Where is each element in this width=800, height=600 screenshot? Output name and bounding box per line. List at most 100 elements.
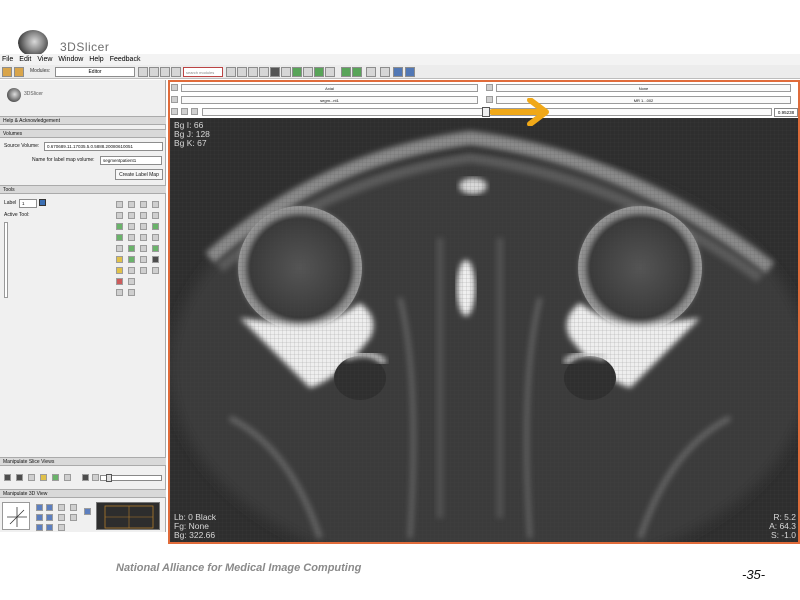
slice-offset-handle[interactable] [482,107,490,117]
redo-icon[interactable] [352,67,362,77]
back-arrow-icon[interactable] [138,67,148,77]
default-tool-icon[interactable] [116,201,123,208]
paint-tool-icon[interactable] [116,223,123,230]
orientation-select-left[interactable]: Axial [181,84,478,92]
visibility-icon[interactable] [181,108,188,115]
refresh-icon[interactable] [405,67,415,77]
axial-layout-icon[interactable] [303,67,313,77]
pan-icon[interactable] [237,67,247,77]
conventional-layout-icon[interactable] [292,67,302,77]
grow-cut-icon[interactable] [152,245,159,252]
model-maker-icon[interactable] [116,256,123,263]
3d-navigation-widget[interactable] [2,502,30,530]
menu-help[interactable]: Help [89,54,103,65]
label-opacity-icon[interactable] [152,256,159,263]
save-island-icon[interactable] [116,245,123,252]
zoom-tool-icon[interactable] [140,212,147,219]
identify-islands-icon[interactable] [152,234,159,241]
dropdown-icon[interactable] [191,108,198,115]
slice-fg-icon[interactable] [40,474,47,481]
label-spinbox[interactable]: 1 [19,199,37,208]
source-volume-select[interactable]: 0.670689.11.17035.5.0.5888.20080610051 [44,142,163,151]
label-color-swatch[interactable] [39,199,46,206]
menu-window[interactable]: Window [58,54,83,65]
help-section-header[interactable]: Help & Acknowledgement [0,116,166,125]
view-l-icon[interactable] [36,514,43,521]
erase-tool-icon[interactable] [152,212,159,219]
fade-slider-handle[interactable] [106,474,112,482]
fourup-layout-icon[interactable] [281,67,291,77]
fit-slice-icon[interactable] [4,474,11,481]
view-s-icon[interactable] [36,524,43,531]
data-icon[interactable] [14,67,24,77]
layout-icon[interactable] [248,67,258,77]
volumes-section-header[interactable]: Volumes [0,129,166,138]
mri-slice-view[interactable]: Bg I: 66 Bg J: 128 Bg K: 67 Lb: 0 Black … [170,118,798,542]
slice-label-icon[interactable] [64,474,71,481]
menu-edit[interactable]: Edit [19,54,31,65]
erode-tool-icon[interactable] [140,234,147,241]
change-island-icon[interactable] [128,245,135,252]
tools-section-header[interactable]: Tools [0,185,166,194]
home-icon[interactable] [2,67,12,77]
create-label-map-button[interactable]: Create Label Map [115,169,163,180]
slicer-tool-icon[interactable] [140,201,147,208]
slice-bg-icon[interactable] [52,474,59,481]
fast-marching-icon[interactable] [128,256,135,263]
level-tracing-icon[interactable] [140,223,147,230]
camera-3d-icon[interactable] [84,508,91,515]
orientation-select-right[interactable]: None [496,84,791,92]
threshold-tool-icon[interactable] [116,234,123,241]
imply-tool-icon[interactable] [152,223,159,230]
forward-arrow-icon[interactable] [149,67,159,77]
slice-link-icon[interactable] [16,474,23,481]
dilate-tool-icon[interactable] [128,234,135,241]
3d-view-section-header[interactable]: Manipulate 3D View [0,489,166,498]
window-level-icon[interactable] [270,67,280,77]
slice-options-right-icon[interactable] [486,84,493,91]
wand-tool-icon[interactable] [140,256,147,263]
slice-offset-value[interactable]: 0.95238 [774,108,798,117]
snapshot-tool-icon[interactable] [128,201,135,208]
view-p-icon[interactable] [46,504,53,511]
slice-volume-left-icon[interactable] [171,96,178,103]
options-tool-icon[interactable] [152,201,159,208]
slice-crosshair-icon[interactable] [92,474,99,481]
smooth-tool-icon[interactable] [116,267,123,274]
volume-select-left[interactable]: segm...nt1 [181,96,478,104]
zoom-in-icon[interactable] [58,514,65,521]
spin-icon[interactable] [58,504,65,511]
camera-icon[interactable] [259,67,269,77]
history-icon[interactable] [160,67,170,77]
view-r-icon[interactable] [46,514,53,521]
pick-label-icon[interactable] [128,212,135,219]
modules-select[interactable]: Editor [55,67,135,77]
fiducial-icon[interactable] [393,67,403,77]
grid-icon[interactable] [366,67,376,77]
redo-edit-icon[interactable] [128,278,135,285]
slice-views-section-header[interactable]: Manipulate Slice Views [0,457,166,466]
rock-icon[interactable] [70,504,77,511]
link-icon[interactable] [171,108,178,115]
slice-visibility-icon[interactable] [28,474,35,481]
slice-fade-icon[interactable] [82,474,89,481]
reset-view-icon[interactable] [58,524,65,531]
connectivity-icon[interactable] [140,267,147,274]
pointer-icon[interactable] [380,67,390,77]
module-search-input[interactable]: search modules [183,67,223,77]
menu-file[interactable]: File [2,54,13,65]
view-a-icon[interactable] [36,504,43,511]
volume-op-icon[interactable] [152,267,159,274]
slice-options-left-icon[interactable] [171,84,178,91]
change-label-icon[interactable] [116,212,123,219]
scissors-icon[interactable] [116,289,123,296]
draw-tool-icon[interactable] [128,223,135,230]
remove-islands-icon[interactable] [140,245,147,252]
menu-feedback[interactable]: Feedback [110,54,141,65]
hole-fill-icon[interactable] [128,267,135,274]
zoom-icon[interactable] [226,67,236,77]
3d-thumbnail-view[interactable] [96,502,160,530]
labelmap-name-input[interactable]: segmentpatient1 [100,156,162,165]
checkbox-icon[interactable] [128,289,135,296]
coronal-layout-icon[interactable] [325,67,335,77]
